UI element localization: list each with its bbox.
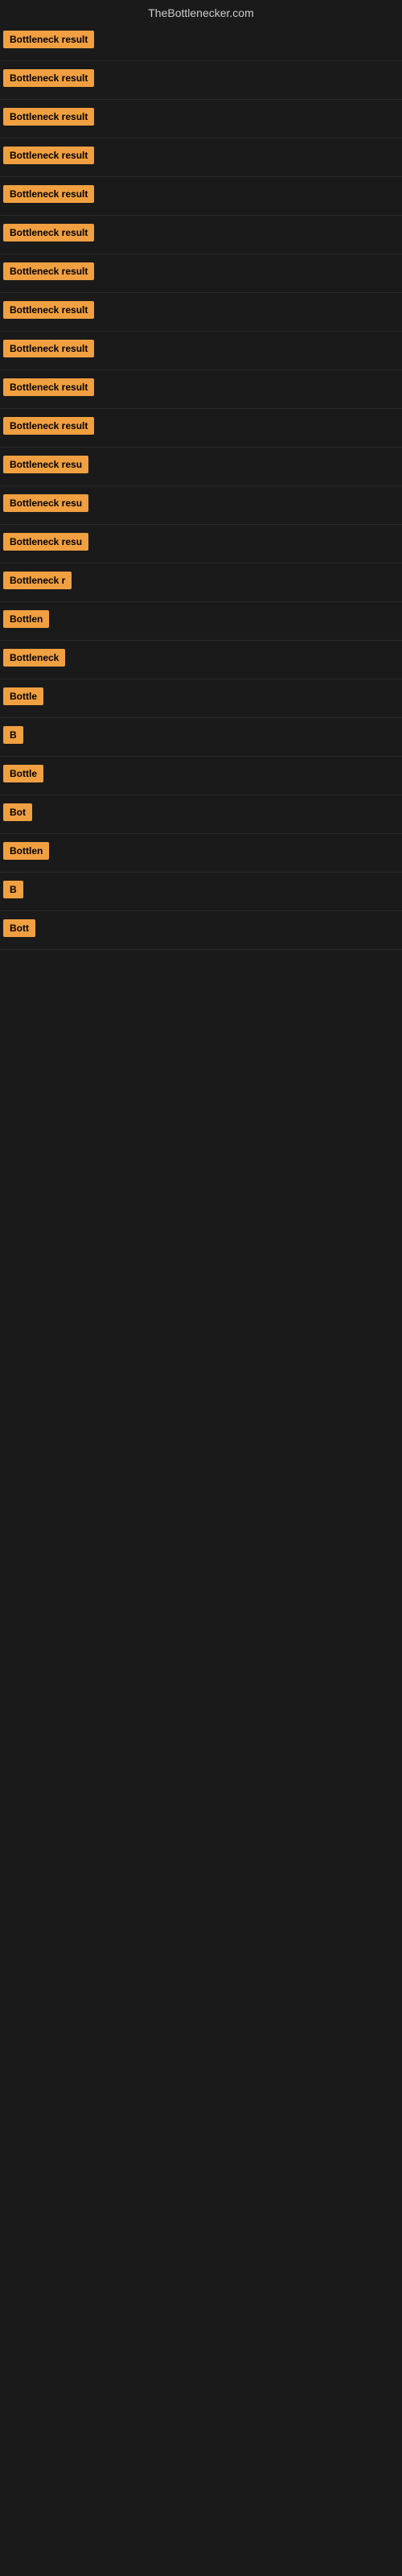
bottleneck-badge-14[interactable]: Bottleneck resu	[3, 533, 88, 551]
result-row-21: Bot	[0, 795, 402, 834]
result-row-11: Bottleneck result	[0, 409, 402, 448]
bottleneck-badge-9[interactable]: Bottleneck result	[3, 340, 94, 357]
result-row-13: Bottleneck resu	[0, 486, 402, 525]
bottleneck-badge-17[interactable]: Bottleneck	[3, 649, 65, 667]
result-row-5: Bottleneck result	[0, 177, 402, 216]
result-row-9: Bottleneck result	[0, 332, 402, 370]
bottleneck-badge-23[interactable]: B	[3, 881, 23, 898]
site-header: TheBottlenecker.com	[0, 0, 402, 23]
result-row-18: Bottle	[0, 679, 402, 718]
results-list: Bottleneck result Bottleneck result Bottle…	[0, 23, 402, 950]
bottleneck-badge-11[interactable]: Bottleneck result	[3, 417, 94, 435]
bottleneck-badge-1[interactable]: Bottleneck result	[3, 31, 94, 48]
bottleneck-badge-7[interactable]: Bottleneck result	[3, 262, 94, 280]
bottleneck-badge-3[interactable]: Bottleneck result	[3, 108, 94, 126]
result-row-3: Bottleneck result	[0, 100, 402, 138]
bottleneck-badge-16[interactable]: Bottlen	[3, 610, 49, 628]
result-row-24: Bott	[0, 911, 402, 950]
bottleneck-badge-5[interactable]: Bottleneck result	[3, 185, 94, 203]
bottleneck-badge-13[interactable]: Bottleneck resu	[3, 494, 88, 512]
result-row-12: Bottleneck resu	[0, 448, 402, 486]
result-row-22: Bottlen	[0, 834, 402, 873]
bottleneck-badge-8[interactable]: Bottleneck result	[3, 301, 94, 319]
bottleneck-badge-4[interactable]: Bottleneck result	[3, 147, 94, 164]
bottleneck-badge-19[interactable]: B	[3, 726, 23, 744]
result-row-16: Bottlen	[0, 602, 402, 641]
result-row-4: Bottleneck result	[0, 138, 402, 177]
bottleneck-badge-6[interactable]: Bottleneck result	[3, 224, 94, 242]
bottleneck-badge-20[interactable]: Bottle	[3, 765, 43, 782]
site-title: TheBottlenecker.com	[0, 0, 402, 23]
result-row-23: B	[0, 873, 402, 911]
result-row-19: B	[0, 718, 402, 757]
result-row-1: Bottleneck result	[0, 23, 402, 61]
bottleneck-badge-21[interactable]: Bot	[3, 803, 32, 821]
bottleneck-badge-10[interactable]: Bottleneck result	[3, 378, 94, 396]
result-row-6: Bottleneck result	[0, 216, 402, 254]
result-row-8: Bottleneck result	[0, 293, 402, 332]
result-row-10: Bottleneck result	[0, 370, 402, 409]
result-row-2: Bottleneck result	[0, 61, 402, 100]
bottleneck-badge-15[interactable]: Bottleneck r	[3, 572, 72, 589]
result-row-7: Bottleneck result	[0, 254, 402, 293]
bottleneck-badge-2[interactable]: Bottleneck result	[3, 69, 94, 87]
result-row-15: Bottleneck r	[0, 564, 402, 602]
result-row-17: Bottleneck	[0, 641, 402, 679]
bottleneck-badge-24[interactable]: Bott	[3, 919, 35, 937]
bottleneck-badge-22[interactable]: Bottlen	[3, 842, 49, 860]
bottleneck-badge-12[interactable]: Bottleneck resu	[3, 456, 88, 473]
result-row-20: Bottle	[0, 757, 402, 795]
bottleneck-badge-18[interactable]: Bottle	[3, 687, 43, 705]
result-row-14: Bottleneck resu	[0, 525, 402, 564]
